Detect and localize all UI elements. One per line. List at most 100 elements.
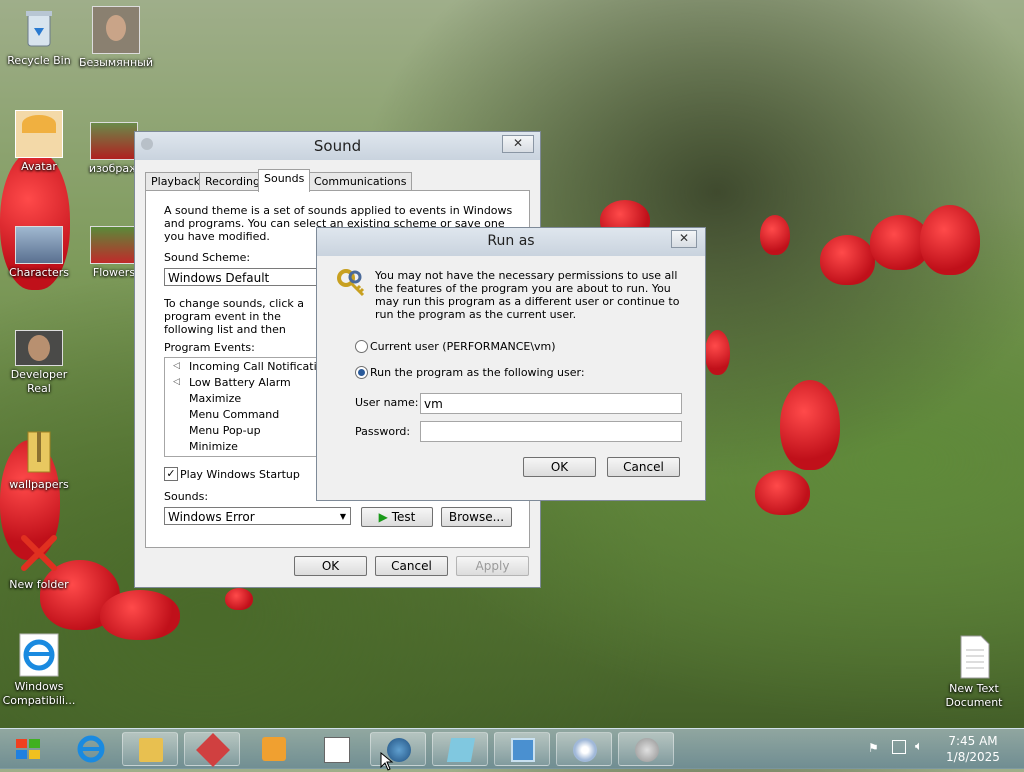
- current-user-radio[interactable]: [355, 340, 368, 353]
- tray-network-icon[interactable]: [892, 740, 906, 754]
- taskbar: ⚑ 🔈︎ 7:45 AM 1/8/2025: [0, 728, 1024, 769]
- run-as-cancel-button[interactable]: Cancel: [607, 457, 680, 477]
- program-events-list[interactable]: ◁ Incoming Call Notification ◁ Low Battery…: [164, 357, 318, 457]
- desktop-icon-bezymyanny[interactable]: Безымянный: [78, 6, 154, 70]
- program-events-label: Program Events:: [164, 341, 255, 354]
- username-label: User name:: [355, 396, 419, 409]
- tray-volume-icon[interactable]: 🔈︎: [915, 739, 923, 754]
- current-user-label: Current user (PERFORMANCE\vm): [370, 340, 556, 353]
- startup-sound-checkbox[interactable]: ✓: [164, 467, 178, 481]
- keys-icon: [335, 268, 367, 300]
- clock-time: 7:45 AM: [948, 734, 998, 748]
- taskbar-explorer-button[interactable]: [122, 732, 178, 766]
- run-as-titlebar[interactable]: Run as ✕: [317, 228, 705, 256]
- taskbar-media-button[interactable]: [246, 732, 302, 766]
- sound-scheme-select[interactable]: Windows Default: [164, 268, 324, 286]
- other-user-radio[interactable]: [355, 366, 368, 379]
- taskbar-app-button[interactable]: [184, 732, 240, 767]
- taskbar-document-button[interactable]: [308, 732, 364, 766]
- list-item[interactable]: Minimize: [189, 440, 238, 453]
- list-item[interactable]: Menu Command: [189, 408, 279, 421]
- zip-folder-icon: [16, 430, 62, 476]
- sound-close-button[interactable]: ✕: [502, 135, 534, 153]
- image-thumbnail-icon: [15, 330, 63, 366]
- password-label: Password:: [355, 425, 411, 438]
- desktop-icon-label: wallpapers: [9, 478, 69, 491]
- event-label: Incoming Call Notification: [189, 360, 318, 373]
- clock-date: 1/8/2025: [946, 750, 1000, 764]
- taskbar-control-panel-button[interactable]: [494, 732, 550, 766]
- control-panel-icon: [511, 738, 535, 762]
- event-label: Low Battery Alarm: [189, 376, 291, 389]
- cd-icon: [573, 738, 597, 762]
- list-item[interactable]: Maximize: [189, 392, 241, 405]
- desktop-icon-label: Characters: [8, 266, 70, 279]
- document-icon: [324, 737, 350, 763]
- image-thumbnail-icon: [90, 226, 138, 264]
- tab-recording[interactable]: Recording: [199, 172, 267, 191]
- sound-apply-button[interactable]: Apply: [456, 556, 529, 576]
- taskbar-network-button[interactable]: [370, 732, 426, 766]
- sound-cancel-button[interactable]: Cancel: [375, 556, 448, 576]
- chevron-down-icon: ▼: [339, 512, 346, 521]
- change-sounds-instructions: To change sounds, click a program event …: [164, 297, 304, 337]
- play-icon: ▶: [378, 510, 388, 524]
- desktop-icon-label: New folder: [9, 578, 69, 591]
- desktop-icon-label: Recycle Bin: [7, 54, 71, 67]
- desktop-icon-avatar[interactable]: Avatar: [1, 110, 77, 174]
- sounds-select[interactable]: Windows Error ▼: [164, 507, 351, 525]
- desktop-icon-new-text-document[interactable]: New Text Document: [936, 634, 1012, 710]
- list-item[interactable]: Menu Pop-up: [189, 424, 261, 437]
- speaker-icon: ◁: [173, 377, 180, 387]
- desktop-icon-wallpapers[interactable]: wallpapers: [1, 430, 77, 492]
- desktop-icon-windows-compatibility[interactable]: Windows Compatibili...: [1, 632, 77, 708]
- speaker-icon: ◁: [173, 361, 180, 371]
- clock[interactable]: 7:45 AM 1/8/2025: [940, 733, 1006, 765]
- tab-sounds[interactable]: Sounds: [258, 169, 311, 192]
- taskbar-ie-button[interactable]: [66, 732, 116, 766]
- run-as-message: You may not have the necessary permissio…: [375, 269, 680, 321]
- desktop-icon-recycle-bin[interactable]: Recycle Bin: [1, 6, 77, 68]
- sound-titlebar[interactable]: Sound ✕: [135, 132, 540, 160]
- taskbar-sound-button[interactable]: [618, 732, 674, 766]
- internet-explorer-icon: [16, 632, 62, 678]
- password-input[interactable]: [420, 421, 682, 442]
- notepad-icon: [446, 738, 476, 762]
- recycle-bin-icon: [16, 6, 62, 52]
- app-icon: [196, 733, 230, 767]
- desktop-icon-new-folder[interactable]: New folder: [1, 530, 77, 592]
- desktop-icon-label: Developer Real: [10, 368, 68, 395]
- sound-scheme-label: Sound Scheme:: [164, 251, 251, 264]
- list-item[interactable]: ◁ Low Battery Alarm: [173, 376, 291, 389]
- start-button[interactable]: [6, 733, 50, 765]
- speaker-icon: [635, 738, 659, 762]
- desktop-icon-label: Windows Compatibili...: [2, 680, 76, 707]
- taskbar-notepad-button[interactable]: [432, 732, 488, 766]
- windows-logo-icon: [16, 739, 40, 759]
- other-user-label: Run the program as the following user:: [370, 366, 585, 379]
- desktop-icon-label: Avatar: [21, 160, 57, 173]
- image-thumbnail-icon: [90, 122, 138, 160]
- taskbar-media-center-button[interactable]: [556, 732, 612, 766]
- browse-button[interactable]: Browse...: [441, 507, 512, 527]
- desktop-icon-developer-real[interactable]: Developer Real: [1, 330, 77, 396]
- tab-communications[interactable]: Communications: [308, 172, 413, 191]
- internet-explorer-icon: [77, 735, 105, 763]
- folder-icon: [139, 738, 163, 762]
- sound-ok-button[interactable]: OK: [294, 556, 367, 576]
- tab-playback[interactable]: Playback: [145, 172, 207, 191]
- sounds-select-value: Windows Error: [168, 510, 255, 524]
- test-button-label: Test: [391, 510, 416, 524]
- run-as-ok-button[interactable]: OK: [523, 457, 596, 477]
- username-input[interactable]: vm: [420, 393, 682, 414]
- tray-flag-icon[interactable]: ⚑: [868, 741, 879, 755]
- test-button[interactable]: ▶ Test: [361, 507, 433, 527]
- run-as-title: Run as: [487, 233, 535, 249]
- sound-window-title: Sound: [313, 137, 362, 155]
- mouse-cursor-icon: [380, 752, 394, 771]
- desktop-icon-characters[interactable]: Characters: [1, 226, 77, 280]
- red-x-icon: [16, 530, 62, 576]
- sounds-label: Sounds:: [164, 490, 209, 503]
- run-as-close-button[interactable]: ✕: [671, 230, 697, 248]
- list-item[interactable]: ◁ Incoming Call Notification: [173, 360, 318, 373]
